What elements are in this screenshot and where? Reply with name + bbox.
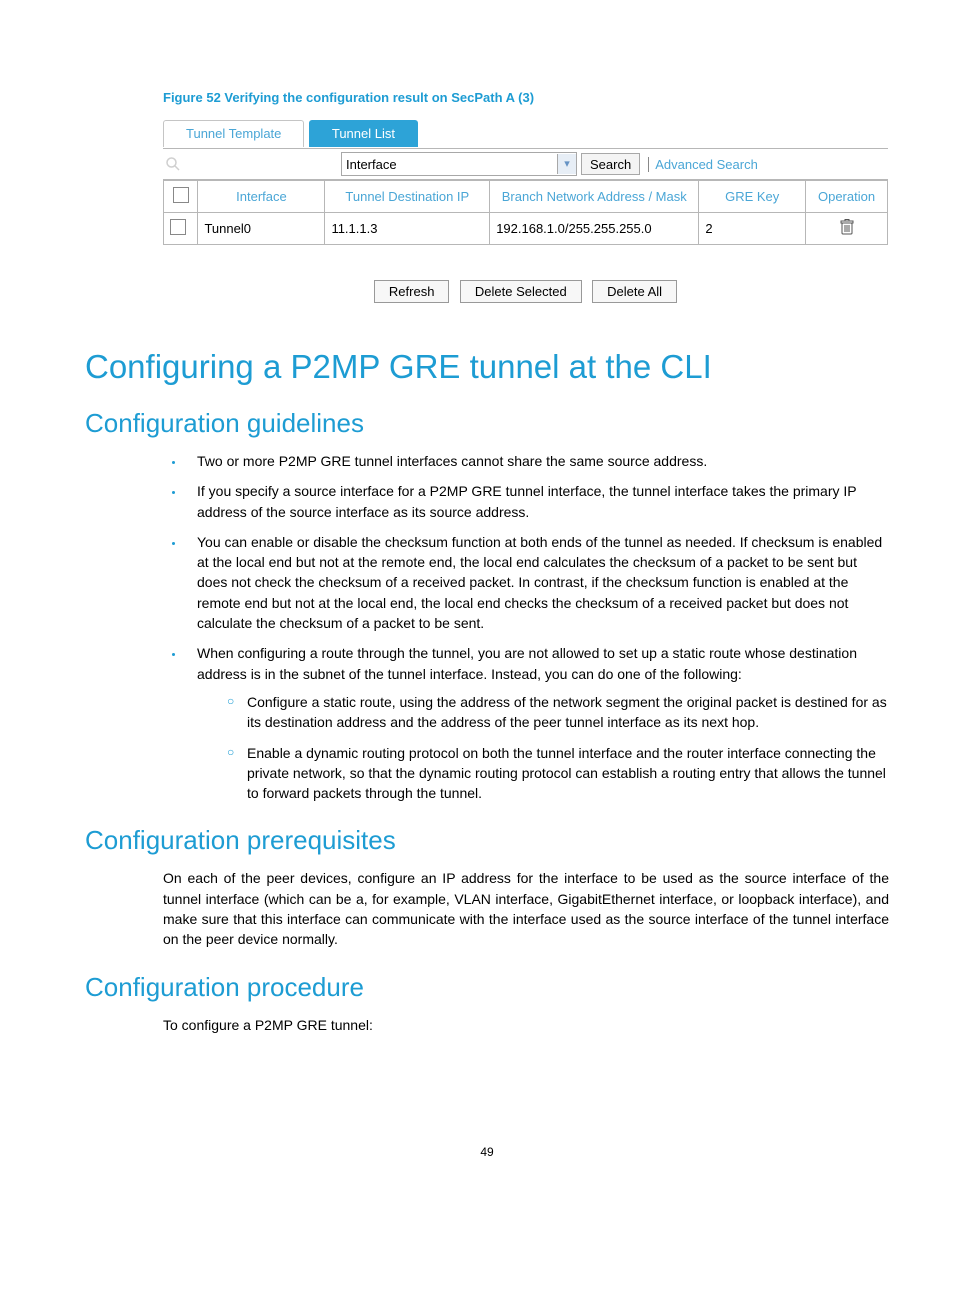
list-item: Configure a static route, using the addr…: [227, 692, 889, 733]
paragraph: On each of the peer devices, configure a…: [163, 868, 889, 949]
list-item: Two or more P2MP GRE tunnel interfaces c…: [185, 451, 889, 471]
list-item: Enable a dynamic routing protocol on bot…: [227, 743, 889, 804]
tunnel-table: Interface Tunnel Destination IP Branch N…: [163, 180, 888, 245]
paragraph: To configure a P2MP GRE tunnel:: [163, 1015, 889, 1035]
page-title: Configuring a P2MP GRE tunnel at the CLI: [85, 348, 889, 386]
advanced-search-link[interactable]: Advanced Search: [648, 157, 758, 172]
cell-interface: Tunnel0: [198, 213, 325, 245]
figure-caption: Figure 52 Verifying the configuration re…: [163, 90, 889, 105]
select-all-cell[interactable]: [164, 181, 198, 213]
list-item: When configuring a route through the tun…: [185, 643, 889, 803]
col-branch[interactable]: Branch Network Address / Mask: [490, 181, 699, 213]
checkbox-icon[interactable]: [173, 187, 189, 203]
col-dest[interactable]: Tunnel Destination IP: [325, 181, 490, 213]
tab-tunnel-list[interactable]: Tunnel List: [309, 120, 418, 147]
col-interface[interactable]: Interface: [198, 181, 325, 213]
screenshot-region: Tunnel Template Tunnel List Interface ▾ …: [163, 120, 888, 303]
tab-tunnel-template[interactable]: Tunnel Template: [163, 120, 304, 147]
chevron-down-icon: ▾: [557, 154, 576, 174]
cell-dest: 11.1.1.3: [325, 213, 490, 245]
cell-operation: [806, 213, 888, 245]
cell-branch: 192.168.1.0/255.255.255.0: [490, 213, 699, 245]
checkbox-icon[interactable]: [170, 219, 186, 235]
refresh-button[interactable]: Refresh: [374, 280, 450, 303]
page-number: 49: [85, 1145, 889, 1159]
section-procedure-title: Configuration procedure: [85, 972, 889, 1003]
filter-field-dropdown[interactable]: Interface ▾: [341, 152, 577, 176]
section-prereq-title: Configuration prerequisites: [85, 825, 889, 856]
trash-icon[interactable]: [840, 223, 854, 238]
list-item: If you specify a source interface for a …: [185, 481, 889, 522]
cell-key: 2: [699, 213, 806, 245]
list-item: You can enable or disable the checksum f…: [185, 532, 889, 633]
table-row: Tunnel0 11.1.1.3 192.168.1.0/255.255.255…: [164, 213, 888, 245]
row-checkbox-cell[interactable]: [164, 213, 198, 245]
search-button[interactable]: Search: [581, 153, 640, 175]
col-key[interactable]: GRE Key: [699, 181, 806, 213]
col-operation: Operation: [806, 181, 888, 213]
search-icon: [165, 156, 181, 172]
section-guidelines-title: Configuration guidelines: [85, 408, 889, 439]
filter-field-label: Interface: [346, 157, 397, 172]
delete-all-button[interactable]: Delete All: [592, 280, 677, 303]
delete-selected-button[interactable]: Delete Selected: [460, 280, 582, 303]
